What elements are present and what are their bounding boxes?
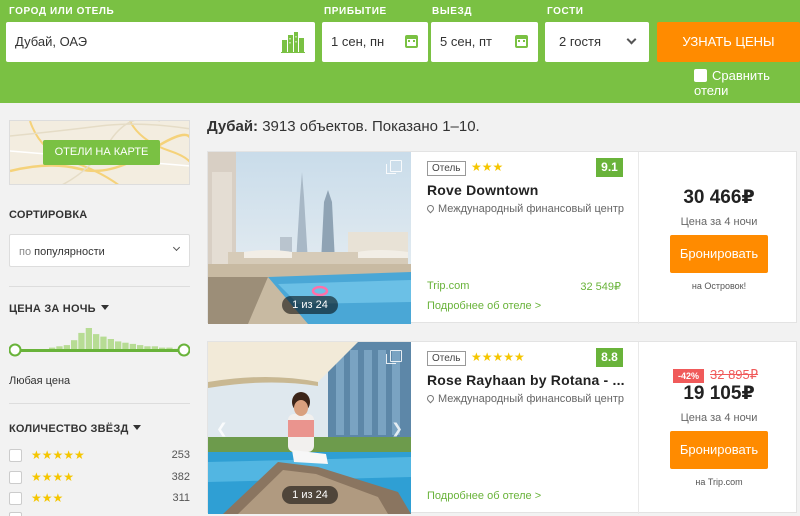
histogram-bar: [85, 328, 92, 350]
star-filter-checkbox[interactable]: [9, 512, 22, 516]
hotel-card[interactable]: 1 из 24 Отель ★★★ 9.1 Rove Downtown Межд…: [207, 151, 798, 324]
price-column: -42% 32 895₽ 19 105₽ Цена за 4 ночи Брон…: [638, 342, 798, 514]
search-bar: ГОРОД ИЛИ ОТЕЛЬ Дубай, ОАЭ ПРИБЫТИЕ 1 се…: [0, 0, 800, 103]
checkout-input[interactable]: 5 сен, пт: [431, 22, 538, 62]
star-filter-stars: ★★★★: [31, 470, 75, 484]
divider: [9, 286, 190, 287]
checkin-value: 1 сен, пн: [331, 34, 385, 49]
results-title: Дубай: 3913 объектов. Показано 1–10.: [207, 118, 480, 135]
price-value: Любая цена: [9, 375, 71, 387]
destination-label: ГОРОД ИЛИ ОТЕЛЬ: [9, 6, 115, 17]
price-title[interactable]: ЦЕНА ЗА НОЧЬ: [9, 303, 109, 315]
chevron-down-icon: [172, 243, 181, 252]
price-nights: Цена за 4 ночи: [680, 412, 758, 424]
prev-photo-icon[interactable]: ❮: [216, 420, 228, 437]
star-filter-5[interactable]: ★★★★★ 253: [9, 448, 190, 463]
star-filter-more[interactable]: [9, 512, 190, 516]
hotel-stars: ★★★: [471, 160, 504, 174]
book-button[interactable]: Бронировать: [670, 235, 768, 273]
hotel-details-link[interactable]: Подробнее об отеле >: [427, 490, 541, 502]
discount-badge: -42%: [673, 369, 705, 383]
destination-value: Дубай, ОАЭ: [15, 34, 88, 49]
pin-icon: [425, 393, 436, 404]
hotel-details-link[interactable]: Подробнее об отеле >: [427, 300, 541, 312]
caret-down-icon: [133, 425, 142, 430]
old-price: 32 895₽: [710, 367, 759, 382]
find-prices-button[interactable]: УЗНАТЬ ЦЕНЫ: [657, 22, 800, 62]
hotel-price: 30 466₽: [683, 187, 755, 208]
price-min-handle[interactable]: [9, 343, 22, 357]
checkout-label: ВЫЕЗД: [432, 6, 473, 17]
agency-link[interactable]: Trip.com: [427, 280, 469, 292]
histogram-bar: [107, 339, 114, 350]
gallery-icon[interactable]: [386, 350, 402, 364]
next-photo-icon[interactable]: ❯: [391, 420, 403, 437]
checkin-label: ПРИБЫТИЕ: [324, 6, 387, 17]
star-filter-4[interactable]: ★★★★ 382: [9, 470, 190, 485]
destination-input[interactable]: Дубай, ОАЭ: [6, 22, 315, 62]
calendar-icon: [405, 35, 418, 48]
hotel-location[interactable]: Международный финансовый центр: [425, 203, 624, 215]
hotel-name[interactable]: Rose Rayhaan by Rotana - ...: [427, 372, 627, 388]
agency-price[interactable]: 32 549₽: [580, 280, 621, 293]
histogram-bar: [100, 336, 107, 350]
calendar-icon: [515, 35, 528, 48]
sort-select[interactable]: по популярности: [9, 234, 190, 267]
hotel-photo[interactable]: 1 из 24: [208, 152, 411, 324]
price-histogram: [9, 328, 190, 357]
booking-source: на Trip.com: [695, 477, 743, 487]
compare-checkbox[interactable]: [694, 69, 707, 82]
histogram-bar: [93, 334, 100, 350]
property-type-badge: Отель: [427, 351, 466, 366]
histogram-bar: [115, 341, 122, 350]
caret-down-icon: [100, 305, 109, 310]
price-nights: Цена за 4 ночи: [680, 216, 758, 228]
star-filter-count: 382: [171, 471, 190, 483]
city-icon: [281, 32, 305, 53]
star-filter-checkbox[interactable]: [9, 492, 22, 505]
star-filter-3[interactable]: ★★★ 311: [9, 491, 190, 506]
hotel-price: 19 105₽: [683, 383, 755, 404]
sort-title: СОРТИРОВКА: [9, 209, 88, 221]
star-filter-count: 311: [172, 492, 190, 504]
gallery-icon[interactable]: [386, 160, 402, 174]
photo-counter: 1 из 24: [282, 486, 338, 504]
star-filter-stars: ★★★★★: [31, 448, 85, 462]
rating-badge[interactable]: 8.8: [596, 348, 623, 367]
property-type-badge: Отель: [427, 161, 466, 176]
hotels-on-map-button[interactable]: ОТЕЛИ НА КАРТЕ: [43, 140, 160, 165]
checkout-value: 5 сен, пт: [440, 34, 492, 49]
book-button[interactable]: Бронировать: [670, 431, 768, 469]
star-filter-checkbox[interactable]: [9, 449, 22, 462]
stars-title[interactable]: КОЛИЧЕСТВО ЗВЁЗД: [9, 423, 142, 435]
hotel-name[interactable]: Rove Downtown: [427, 182, 627, 198]
divider: [9, 403, 190, 404]
price-column: 30 466₽ Цена за 4 ночи Бронировать на Ос…: [638, 152, 798, 324]
star-filter-stars: ★★★: [31, 491, 64, 505]
sort-value: по популярности: [19, 246, 105, 258]
price-range-track[interactable]: [15, 349, 184, 352]
guests-value: 2 гостя: [559, 34, 602, 49]
histogram-bar: [71, 340, 78, 350]
star-filter-count: 253: [171, 449, 190, 461]
checkin-input[interactable]: 1 сен, пн: [322, 22, 428, 62]
hotel-stars: ★★★★★: [471, 350, 525, 364]
histogram-bar: [78, 332, 85, 350]
hotel-card[interactable]: ❮ ❯ 1 из 24 Отель ★★★★★ 8.8 Rose Rayhaan…: [207, 341, 798, 514]
pin-icon: [425, 203, 436, 214]
guests-label: ГОСТИ: [547, 6, 584, 17]
guests-select[interactable]: 2 гостя: [545, 22, 649, 62]
star-filter-checkbox[interactable]: [9, 471, 22, 484]
hotel-location[interactable]: Международный финансовый центр: [425, 393, 624, 405]
histogram-bar: [122, 342, 129, 350]
map-preview[interactable]: ОТЕЛИ НА КАРТЕ: [9, 120, 190, 185]
rating-badge[interactable]: 9.1: [596, 158, 623, 177]
booking-source: на Островок!: [691, 281, 747, 291]
compare-hotels-toggle[interactable]: Сравнить отели: [694, 68, 800, 98]
hotel-photo[interactable]: ❮ ❯ 1 из 24: [208, 342, 411, 514]
photo-counter: 1 из 24: [282, 296, 338, 314]
price-max-handle[interactable]: [177, 343, 190, 357]
chevron-down-icon: [626, 34, 637, 45]
